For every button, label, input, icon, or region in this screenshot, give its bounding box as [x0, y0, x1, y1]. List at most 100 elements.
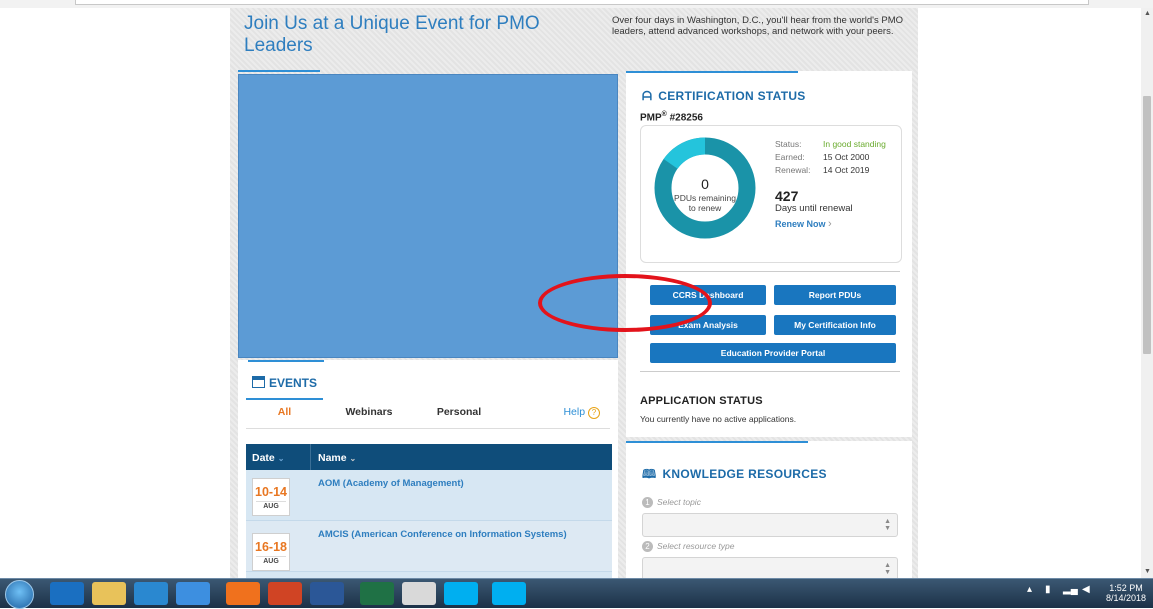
active-tab-indicator: [246, 398, 323, 400]
renew-now-text: Renew Now: [775, 219, 826, 229]
certification-panel: ᗩ CERTIFICATION STATUS PMP® #28256 0 PDUs…: [626, 71, 912, 437]
hero-accent-line: [238, 70, 320, 72]
events-panel: EVENTS All Webinars Personal Help ? Date…: [238, 360, 618, 583]
select-arrows-icon: ▲ ▼: [884, 562, 891, 576]
credential-id: PMP® #28256: [640, 111, 703, 123]
events-table: Date ⌄ Name ⌄ 10-14 AUG AOM (Academy of …: [246, 444, 612, 583]
name-header-text: Name: [318, 452, 347, 464]
powerpoint-icon[interactable]: [268, 582, 302, 605]
earned-value: 15 Oct 2000: [823, 152, 870, 162]
cert-accent-line: [626, 71, 798, 73]
events-tabs: All Webinars Personal Help ?: [246, 398, 610, 429]
my-certification-info-button[interactable]: My Certification Info: [774, 315, 896, 335]
date-badge: 10-14 AUG: [252, 478, 290, 516]
certification-heading-text: CERTIFICATION STATUS: [658, 89, 806, 103]
clock-time: 1:52 PM: [1109, 583, 1143, 593]
renewal-value: 14 Oct 2019: [823, 165, 870, 175]
date-column-header[interactable]: Date ⌄: [252, 452, 284, 464]
address-bar[interactable]: [75, 0, 1089, 5]
hero-title[interactable]: Join Us at a Unique Event for PMO Leader…: [244, 13, 574, 57]
date-header-text: Date: [252, 452, 275, 464]
select-arrows-icon: ▲ ▼: [884, 518, 891, 532]
step-2-label: 2 Select resource type: [642, 541, 734, 552]
knowledge-accent-line: [626, 441, 808, 443]
volume-muted-icon[interactable]: ◀: [1082, 584, 1090, 595]
event-dates: 16-18: [255, 540, 287, 554]
windows-taskbar: ▴ ▮ ▂▄ ◀ 1:52 PM 8/14/2018: [0, 578, 1153, 609]
event-name-link[interactable]: AMCIS (American Conference on Informatio…: [318, 529, 567, 540]
help-label: Help: [563, 406, 586, 418]
divider: [640, 271, 900, 272]
step-number-2: 2: [642, 541, 653, 552]
tray-expand-icon[interactable]: ▴: [1027, 584, 1032, 595]
hero-description: Over four days in Washington, D.C., you'…: [612, 15, 904, 37]
browser-top-bar: [0, 0, 1153, 8]
knowledge-resources-panel: 🕮 KNOWLEDGE RESOURCES 1 Select topic ▲ ▼ 2S…: [626, 441, 912, 581]
skype-business-icon[interactable]: [492, 582, 526, 605]
table-row[interactable]: 16-18 AUG AMCIS (American Conference on …: [246, 521, 612, 572]
skype-icon[interactable]: [444, 582, 478, 605]
calendar-icon: [252, 376, 265, 388]
chevron-right-icon: ›: [828, 218, 832, 230]
report-pdus-button[interactable]: Report PDUs: [774, 285, 896, 305]
name-column-header[interactable]: Name ⌄: [318, 452, 356, 464]
system-clock[interactable]: 1:52 PM 8/14/2018: [1100, 583, 1152, 603]
header-divider: [310, 444, 311, 470]
earned-row: Earned: 15 Oct 2000: [775, 152, 869, 162]
days-until-renewal-label: Days until renewal: [775, 203, 853, 214]
step-2-text: Select resource type: [657, 541, 735, 551]
pdus-remaining-count: 0: [701, 176, 709, 192]
firefox-icon[interactable]: [226, 582, 260, 605]
tab-personal[interactable]: Personal: [414, 406, 504, 418]
event-month: AUG: [256, 556, 286, 567]
status-label: Status:: [775, 139, 802, 149]
book-icon: 🕮: [642, 467, 657, 481]
credential-name: PMP: [640, 112, 662, 124]
status-value: In good standing: [823, 139, 886, 149]
outlook-icon[interactable]: [50, 582, 84, 605]
step-1-text: Select topic: [657, 497, 701, 507]
scrollbar-thumb[interactable]: [1143, 96, 1151, 354]
help-link[interactable]: Help ?: [563, 406, 600, 419]
status-row: Status: In good standing: [775, 139, 886, 149]
renew-now-link[interactable]: Renew Now ›: [775, 218, 832, 230]
events-heading-text: EVENTS: [269, 376, 318, 390]
word-icon[interactable]: [310, 582, 344, 605]
signal-icon[interactable]: ▂▄: [1063, 584, 1078, 595]
knowledge-heading-text: KNOWLEDGE RESOURCES: [662, 467, 827, 481]
education-provider-portal-button[interactable]: Education Provider Portal: [650, 343, 896, 363]
credential-number: #28256: [669, 112, 703, 124]
donut-highlight-segment: [663, 137, 706, 170]
scroll-down-arrow-icon[interactable]: ▼: [1144, 568, 1151, 575]
events-table-header: Date ⌄ Name ⌄: [246, 444, 612, 470]
renewal-label: Renewal:: [775, 165, 811, 175]
page-scrollbar[interactable]: ▲ ▼: [1141, 8, 1153, 578]
application-status-heading: APPLICATION STATUS: [640, 395, 763, 407]
tab-webinars[interactable]: Webinars: [324, 406, 414, 418]
event-month: AUG: [256, 501, 286, 512]
internet-explorer-icon[interactable]: [176, 582, 210, 605]
event-name-link[interactable]: AOM (Academy of Management): [318, 478, 464, 489]
excel-icon[interactable]: [360, 582, 394, 605]
topic-select[interactable]: ▲ ▼: [642, 513, 898, 537]
help-question-icon: ?: [588, 407, 600, 419]
start-button-icon[interactable]: [5, 580, 34, 609]
scroll-up-arrow-icon[interactable]: ▲: [1144, 10, 1151, 17]
days-until-renewal-count: 427: [775, 188, 799, 204]
knowledge-heading: 🕮 KNOWLEDGE RESOURCES: [642, 465, 827, 486]
registered-mark: ®: [661, 111, 667, 118]
pdus-remaining-label: PDUs remaining to renew: [674, 193, 736, 213]
certificate-icon: ᗩ: [642, 89, 653, 103]
file-explorer-icon[interactable]: [92, 582, 126, 605]
tab-all[interactable]: All: [246, 406, 323, 418]
events-heading: EVENTS: [252, 376, 317, 390]
media-player-icon[interactable]: [134, 582, 168, 605]
certification-heading: ᗩ CERTIFICATION STATUS: [642, 89, 806, 104]
battery-icon[interactable]: ▮: [1045, 584, 1051, 595]
table-row[interactable]: 10-14 AUG AOM (Academy of Management): [246, 470, 612, 521]
chrome-icon[interactable]: [402, 582, 436, 605]
sort-chevron-icon: ⌄: [277, 454, 285, 463]
application-status-text: You currently have no active application…: [640, 414, 797, 424]
status-card: 0 PDUs remaining to renew Status: In goo…: [640, 125, 902, 263]
sort-chevron-icon: ⌄: [349, 454, 357, 463]
